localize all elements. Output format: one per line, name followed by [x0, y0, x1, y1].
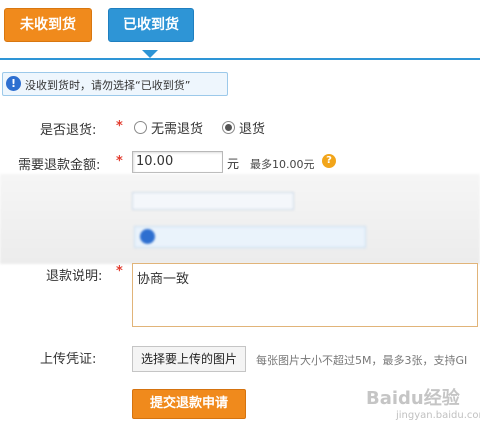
obscured-input: [132, 192, 294, 210]
info-icon: !: [6, 76, 21, 91]
watermark-text: Baidu经验: [366, 388, 460, 409]
explain-label: 退款说明:: [46, 269, 103, 284]
required-star: *: [116, 264, 123, 279]
upload-label: 上传凭证:: [40, 352, 97, 367]
return-label: 是否退货:: [40, 123, 97, 138]
radio-no-return-label: 无需退货: [151, 122, 204, 137]
tab-received[interactable]: 已收到货: [108, 8, 194, 42]
radio-return-label: 退货: [239, 122, 266, 137]
required-star: *: [116, 119, 123, 134]
explain-textarea[interactable]: 协商一致: [132, 263, 478, 327]
notice-banner: ! 没收到货时，请勿选择“已收到货”: [2, 72, 228, 96]
radio-no-return[interactable]: [134, 121, 147, 134]
amount-label: 需要退款金额:: [18, 158, 101, 173]
watermark-sub: jingyan.baidu.com: [396, 410, 480, 421]
radio-return[interactable]: [222, 121, 235, 134]
amount-max: 最多10.00元: [250, 158, 315, 171]
tab-not-received[interactable]: 未收到货: [4, 8, 92, 42]
upload-button[interactable]: 选择要上传的图片: [132, 346, 246, 372]
active-tab-pointer: [142, 50, 158, 58]
amount-input[interactable]: 10.00: [132, 151, 223, 173]
info-icon: [140, 229, 155, 244]
obscured-region: [0, 174, 480, 264]
obscured-notice: [134, 226, 366, 248]
submit-button[interactable]: 提交退款申请: [132, 389, 246, 419]
notice-text: 没收到货时，请勿选择“已收到货”: [25, 79, 191, 92]
tab-underline: [0, 58, 480, 60]
help-icon[interactable]: ?: [322, 154, 336, 168]
amount-unit: 元: [227, 157, 240, 171]
upload-hint: 每张图片大小不超过5M，最多3张，支持GI: [256, 354, 468, 367]
required-star: *: [116, 154, 123, 169]
